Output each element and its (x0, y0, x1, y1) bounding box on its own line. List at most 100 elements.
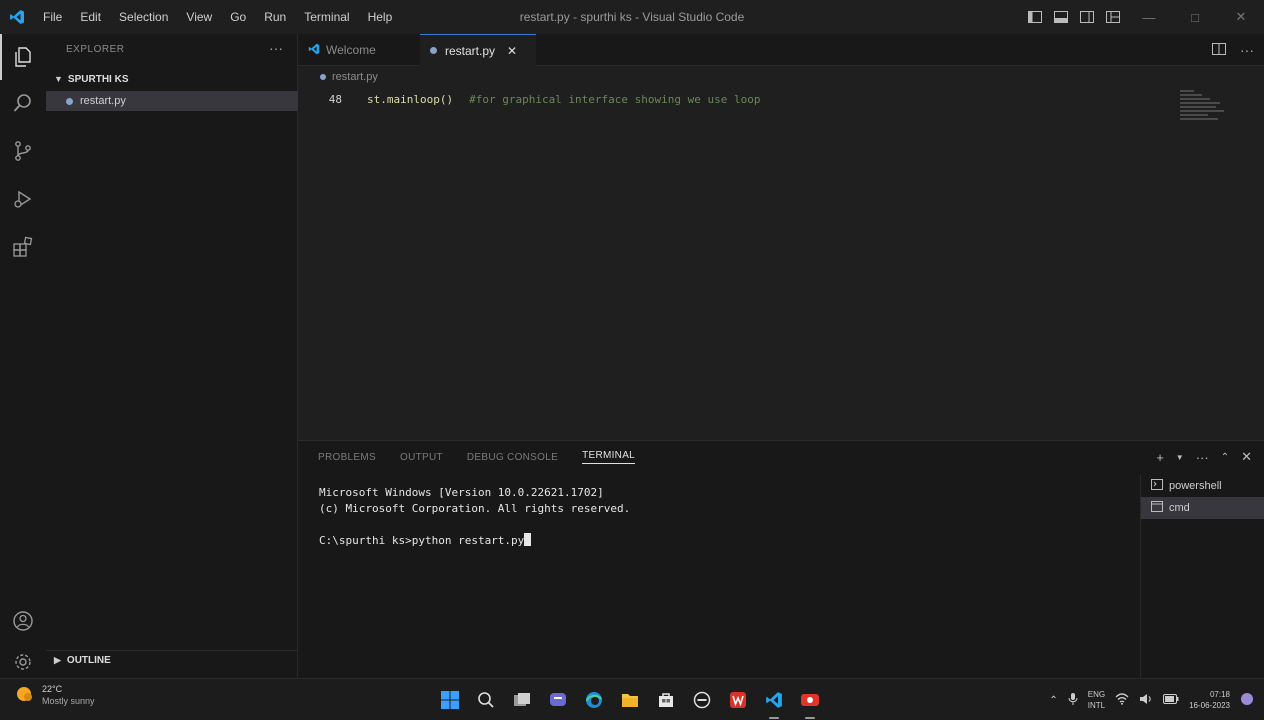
customize-layout-icon[interactable] (1100, 0, 1126, 34)
terminal-prompt-line: C:\spurthi ks>python restart.py (319, 533, 1139, 549)
edge-browser-icon[interactable] (582, 688, 606, 712)
system-tray: ⌃ ENG INTL 07:18 16-06-2023 (1049, 679, 1254, 720)
tab-restart-py[interactable]: restart.py ✕ (420, 34, 536, 66)
battery-icon[interactable] (1163, 694, 1179, 706)
menu-edit[interactable]: Edit (71, 0, 110, 34)
menu-bar: File Edit Selection View Go Run Terminal… (34, 0, 401, 34)
code-comment: #for graphical interface showing we use … (469, 92, 761, 106)
terminal-list: powershell cmd (1140, 475, 1264, 679)
clock-time: 07:18 (1209, 690, 1230, 699)
search-icon[interactable] (474, 688, 498, 712)
more-actions-icon[interactable]: ··· (1240, 42, 1254, 58)
clock-date: 16-06-2023 (1189, 701, 1230, 710)
tab-welcome[interactable]: Welcome (298, 34, 420, 66)
vscode-taskbar-icon[interactable] (762, 688, 786, 719)
language-top: ENG (1087, 690, 1106, 699)
more-actions-icon[interactable]: ··· (269, 40, 283, 56)
outline-section[interactable]: ▶ OUTLINE (46, 650, 298, 670)
terminal-name: cmd (1169, 502, 1190, 514)
wifi-icon[interactable] (1115, 693, 1129, 707)
chevron-up-icon[interactable]: ⌃ (1049, 695, 1057, 706)
python-file-icon (66, 97, 73, 105)
maximize-icon[interactable]: □ (1172, 0, 1218, 34)
source-control-icon[interactable] (0, 128, 46, 174)
outline-label: OUTLINE (66, 655, 111, 666)
file-name: restart.py (80, 95, 126, 107)
breadcrumb[interactable]: restart.py (320, 71, 378, 83)
terminal-cursor (524, 533, 532, 546)
tab-debug-console[interactable]: DEBUG CONSOLE (467, 452, 558, 463)
explorer-icon[interactable] (0, 34, 46, 80)
temperature: 22°C (42, 684, 63, 694)
chevron-down-icon: ▼ (54, 74, 63, 84)
menu-view[interactable]: View (177, 0, 221, 34)
tab-problems[interactable]: PROBLEMS (318, 452, 376, 463)
language-indicator[interactable]: ENG INTL (1088, 689, 1105, 711)
minimize-icon[interactable]: — (1126, 0, 1172, 34)
windows-taskbar: 22°C Mostly sunny ⌃ ENG INTL 07:18 16-06… (0, 678, 1264, 720)
terminal-prompt-text: C:\spurthi ks>python restart.py (319, 534, 525, 547)
activity-bar (0, 34, 46, 678)
screen-recorder-icon[interactable] (798, 688, 822, 719)
close-tab-icon[interactable]: ✕ (507, 44, 517, 58)
extensions-icon[interactable] (0, 224, 46, 270)
accounts-icon[interactable] (0, 598, 46, 644)
close-window-icon[interactable]: ✕ (1218, 0, 1264, 34)
file-explorer-icon[interactable] (618, 688, 642, 712)
tab-output[interactable]: OUTPUT (400, 452, 443, 463)
file-item-restart-py[interactable]: restart.py (46, 91, 298, 111)
terminal-name: powershell (1169, 480, 1222, 492)
circle-app-icon[interactable] (690, 688, 714, 712)
minimap[interactable] (1180, 90, 1224, 152)
microphone-icon[interactable] (1068, 692, 1078, 708)
toggle-primary-sidebar-icon[interactable] (1022, 0, 1048, 34)
windows-start-icon[interactable] (438, 688, 462, 712)
menu-run[interactable]: Run (255, 0, 295, 34)
task-view-icon[interactable] (510, 688, 534, 712)
split-editor-icon[interactable] (1212, 42, 1226, 58)
code-text: st.mainloop() (367, 92, 454, 106)
terminal-output[interactable]: Microsoft Windows [Version 10.0.22621.17… (319, 485, 1139, 549)
chevron-right-icon: ▶ (54, 655, 61, 665)
menu-help[interactable]: Help (359, 0, 402, 34)
terminal-line: Microsoft Windows [Version 10.0.22621.17… (319, 486, 604, 499)
folder-row[interactable]: ▼ SPURTHI KS (46, 70, 298, 88)
new-terminal-plus-icon[interactable]: + (1156, 450, 1164, 465)
run-debug-icon[interactable] (0, 176, 46, 222)
menu-go[interactable]: Go (221, 0, 255, 34)
chevron-down-icon[interactable]: ▼ (1176, 453, 1184, 462)
tab-label: restart.py (445, 43, 496, 58)
notification-icon[interactable] (1240, 692, 1254, 708)
tab-label: Welcome (326, 43, 376, 57)
wps-office-icon[interactable] (726, 688, 750, 712)
code-editor[interactable]: restart.py 48 st.mainloop() #for graphic… (298, 66, 1264, 440)
teams-chat-icon[interactable] (546, 688, 570, 712)
taskbar-apps (438, 679, 822, 720)
volume-icon[interactable] (1139, 693, 1153, 707)
panel-tabs: PROBLEMS OUTPUT DEBUG CONSOLE TERMINAL (318, 441, 636, 473)
store-icon[interactable] (654, 688, 678, 712)
search-icon[interactable] (0, 80, 46, 126)
toggle-secondary-sidebar-icon[interactable] (1074, 0, 1100, 34)
title-bar: File Edit Selection View Go Run Terminal… (0, 0, 1264, 34)
terminal-item-powershell[interactable]: powershell (1141, 475, 1264, 497)
clock[interactable]: 07:18 16-06-2023 (1189, 689, 1230, 711)
more-actions-icon[interactable]: ··· (1196, 450, 1209, 465)
terminal-item-cmd[interactable]: cmd (1141, 497, 1264, 519)
weather-widget[interactable]: 22°C Mostly sunny (14, 683, 95, 707)
toggle-panel-icon[interactable] (1048, 0, 1074, 34)
terminal-icon (1151, 479, 1163, 493)
maximize-panel-icon[interactable]: ⌃ (1221, 452, 1229, 463)
menu-terminal[interactable]: Terminal (295, 0, 358, 34)
explorer-header: EXPLORER (66, 44, 125, 55)
terminal-icon (1151, 501, 1163, 515)
code-line[interactable]: 48 st.mainloop() #for graphical interfac… (298, 90, 1178, 108)
menu-file[interactable]: File (34, 0, 71, 34)
explorer-sidebar: EXPLORER ··· ▼ SPURTHI KS restart.py ▶ O… (46, 34, 298, 678)
manage-gear-icon[interactable] (0, 646, 46, 678)
close-panel-icon[interactable]: ✕ (1241, 449, 1252, 465)
menu-selection[interactable]: Selection (110, 0, 177, 34)
tab-terminal[interactable]: TERMINAL (582, 450, 636, 464)
weather-condition: Mostly sunny (42, 696, 95, 706)
